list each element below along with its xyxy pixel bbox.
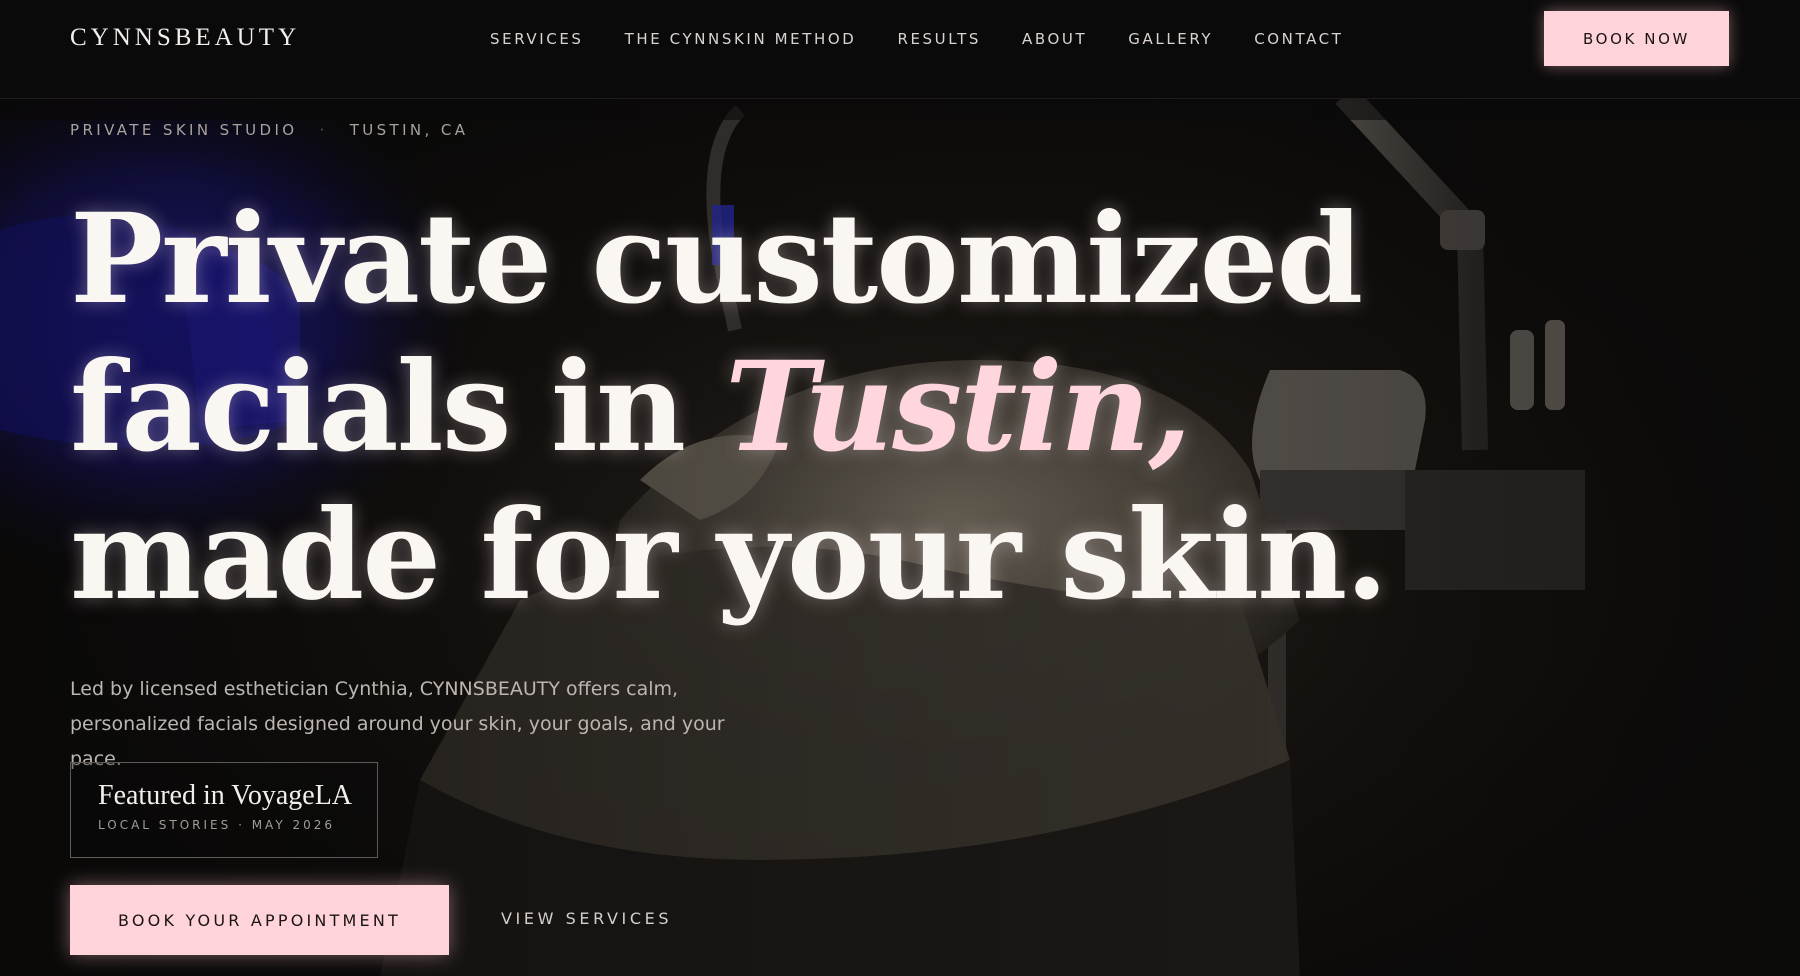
nav-item-contact[interactable]: CONTACT	[1254, 30, 1343, 48]
eyebrow-location-label: TUSTIN, CA	[349, 121, 469, 139]
featured-badge: Featured in VoyageLA LOCAL STORIES · MAY…	[70, 762, 378, 858]
book-now-button[interactable]: BOOK NOW	[1544, 11, 1729, 66]
nav-item-about[interactable]: ABOUT	[1022, 30, 1087, 48]
book-appointment-button[interactable]: BOOK YOUR APPOINTMENT	[70, 885, 449, 955]
headline-line-3: made for your skin.	[70, 483, 1388, 628]
headline-accent-location: Tustin,	[725, 335, 1192, 480]
headline-line-1: Private customized	[70, 187, 1363, 332]
main-nav: SERVICES THE CYNNSKIN METHOD RESULTS ABO…	[490, 30, 1344, 48]
nav-item-cynnskin-method[interactable]: THE CYNNSKIN METHOD	[625, 30, 857, 48]
eyebrow-separator: ·	[319, 121, 328, 139]
hero-eyebrow: PRIVATE SKIN STUDIO · TUSTIN, CA	[70, 121, 468, 139]
site-header: CYNNSBEAUTY SERVICES THE CYNNSKIN METHOD…	[0, 0, 1800, 99]
nav-item-services[interactable]: SERVICES	[490, 30, 584, 48]
view-services-link[interactable]: VIEW SERVICES	[501, 909, 672, 928]
featured-title: Featured in VoyageLA	[98, 780, 353, 811]
eyebrow-studio-label: PRIVATE SKIN STUDIO	[70, 121, 298, 139]
site-logo[interactable]: CYNNSBEAUTY	[70, 24, 300, 52]
nav-item-results[interactable]: RESULTS	[897, 30, 981, 48]
hero-headline: Private customized facials in Tustin, ma…	[70, 186, 1388, 630]
description-line-1: Led by licensed esthetician Cynthia, CYN…	[70, 678, 679, 700]
featured-subtitle: LOCAL STORIES · MAY 2026	[98, 818, 336, 832]
nav-item-gallery[interactable]: GALLERY	[1128, 30, 1213, 48]
headline-line-2-prefix: facials in	[70, 335, 726, 480]
